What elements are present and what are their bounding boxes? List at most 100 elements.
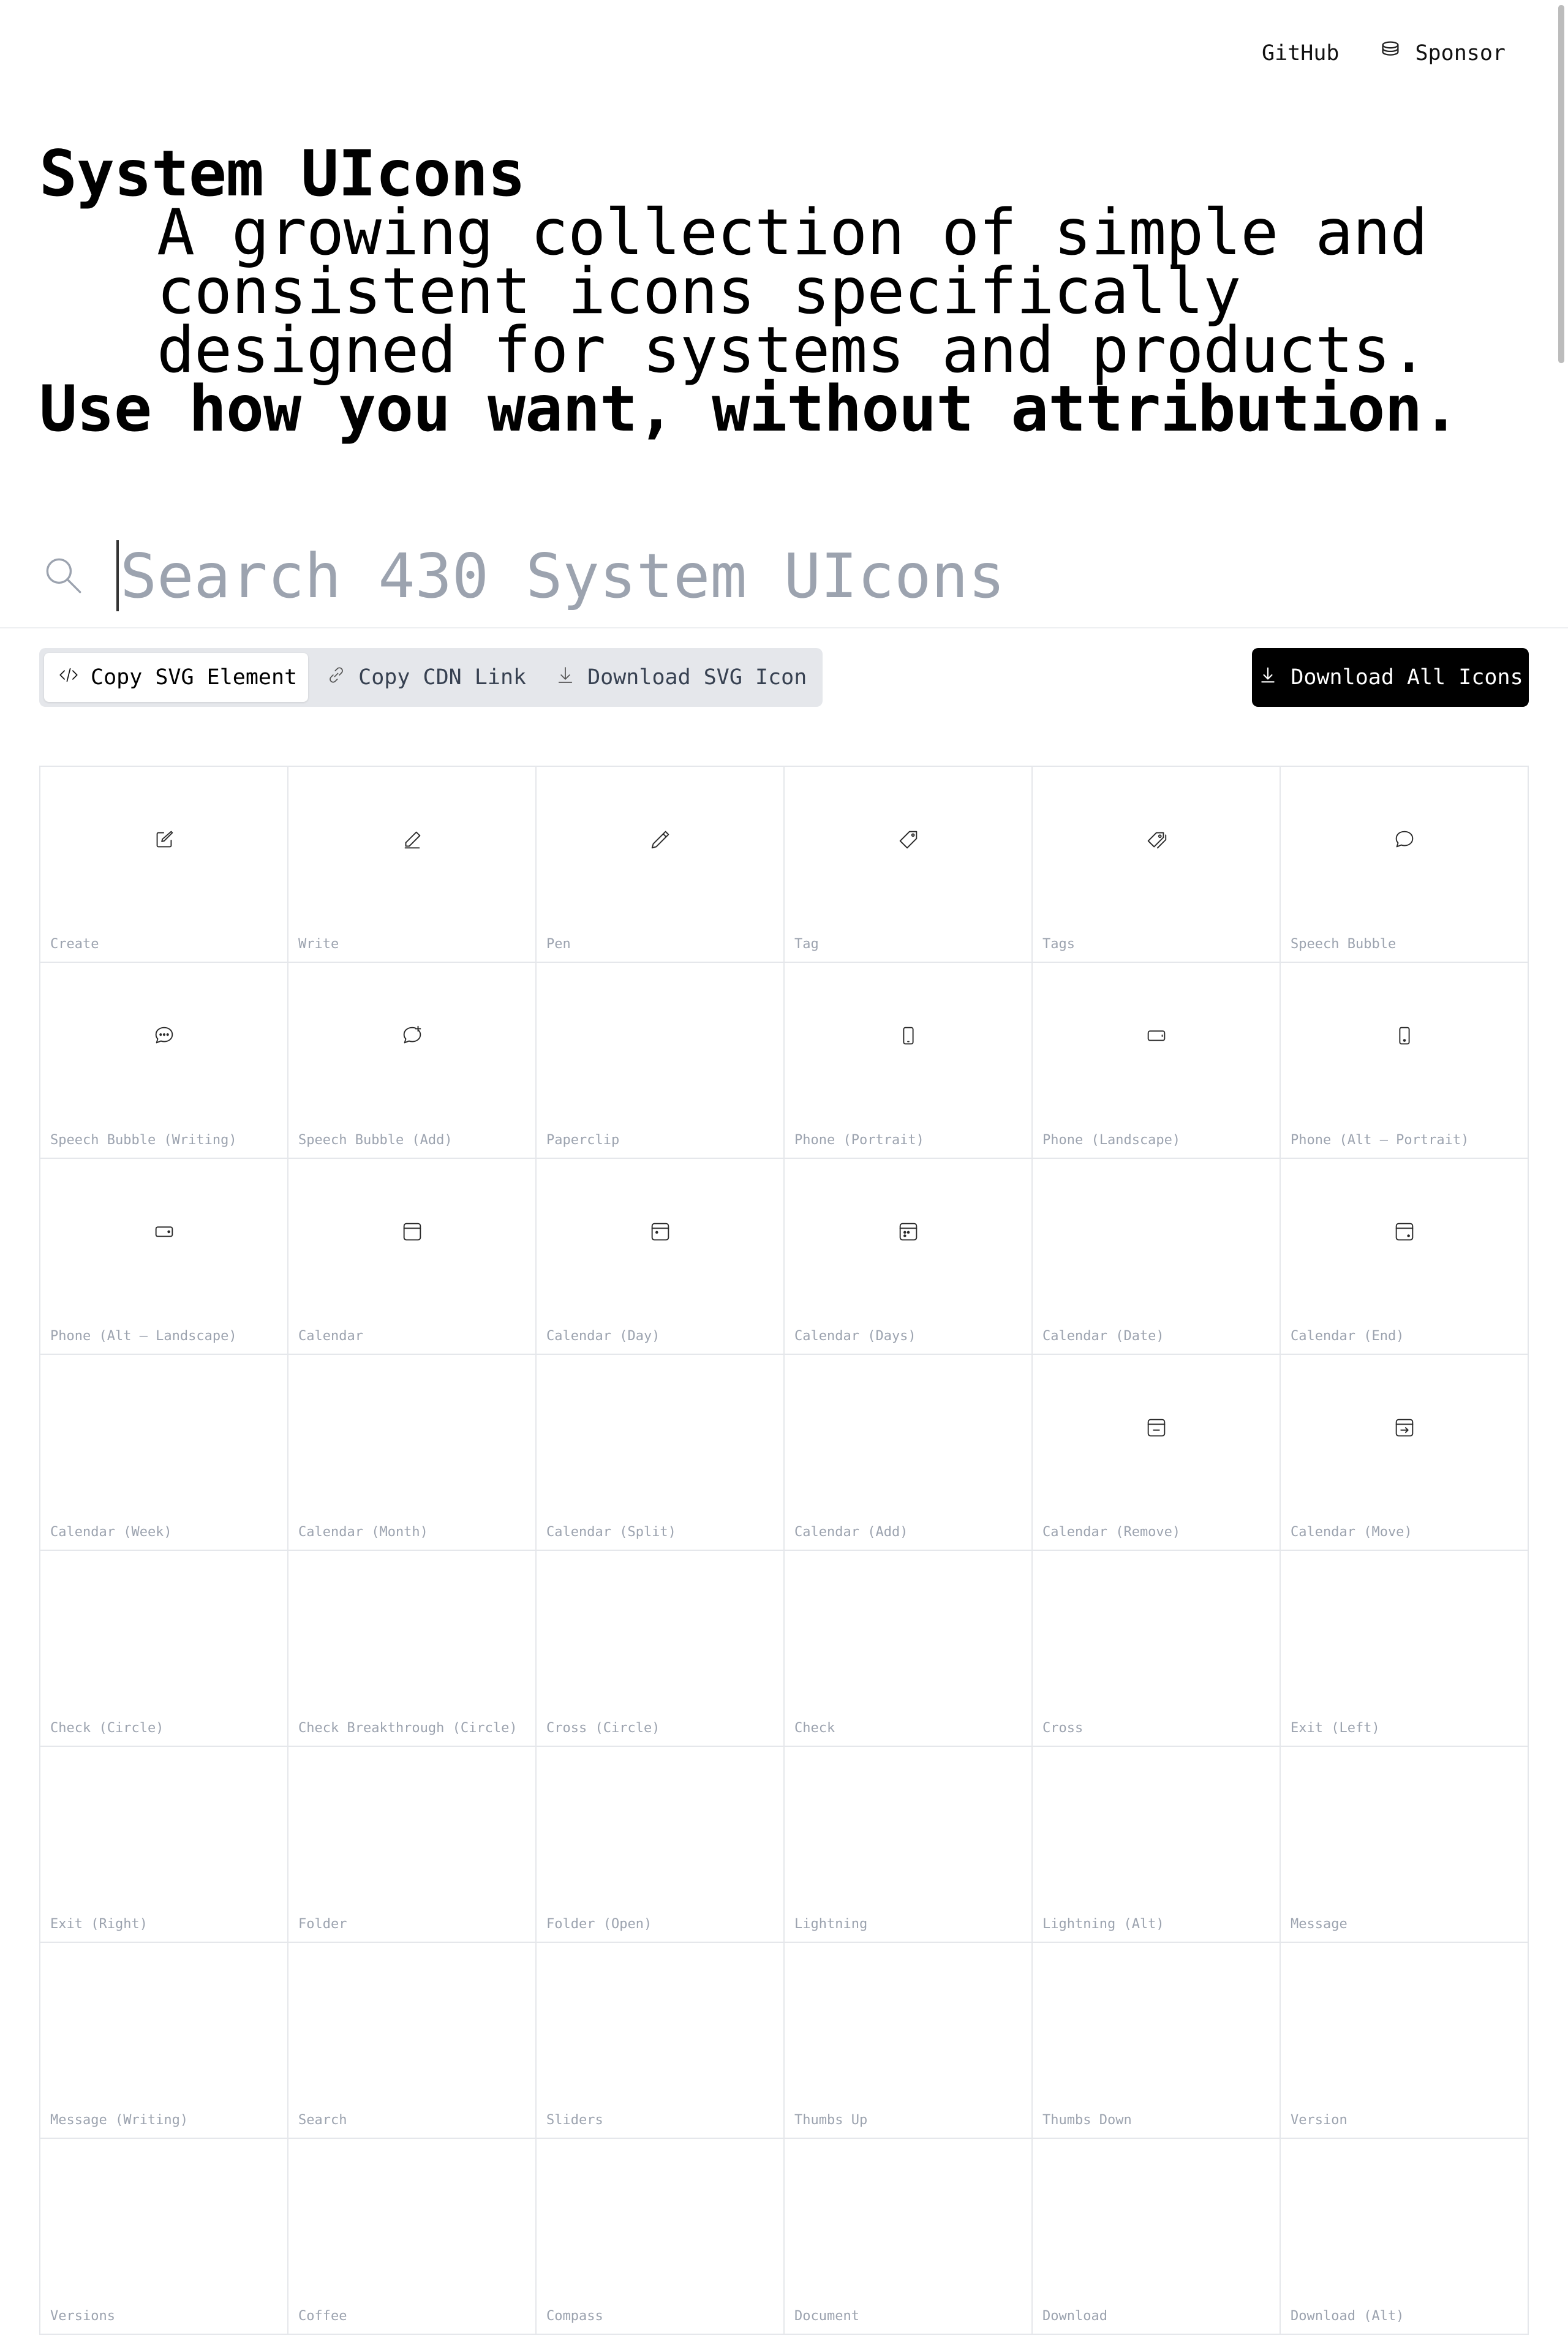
icon-card[interactable]: Speech Bubble (Add) [288, 963, 537, 1159]
tab-label: Copy SVG Element [91, 665, 298, 690]
icon-card-label: Calendar (Remove) [1042, 1525, 1181, 1540]
icon-card[interactable]: Create [40, 767, 288, 963]
icon-card[interactable]: Calendar (Date) [1033, 1159, 1281, 1355]
icon-card[interactable]: Document [785, 2139, 1033, 2335]
icon-card-label: Pen [546, 937, 571, 952]
icon-card-label: Version [1291, 2113, 1348, 2128]
icon-card[interactable]: Calendar (Day) [537, 1159, 785, 1355]
code-icon [58, 664, 80, 692]
download-icon [554, 664, 576, 692]
download-icon [1257, 665, 1278, 691]
icon-card[interactable]: Cross (Circle) [537, 1551, 785, 1747]
download-all-label: Download All Icons [1291, 665, 1523, 690]
icon-card[interactable]: Thumbs Up [785, 1943, 1033, 2139]
icon-card[interactable]: Sliders [537, 1943, 785, 2139]
icon-card-label: Download (Alt) [1291, 2309, 1404, 2324]
icon-card[interactable]: Tag [785, 767, 1033, 963]
tab-download-svg-icon[interactable]: Download SVG Icon [541, 653, 818, 702]
search-icon [39, 551, 88, 600]
speech-bubble-writing-icon [152, 1023, 176, 1048]
icon-card[interactable]: Search [288, 1943, 537, 2139]
page-scrollbar[interactable] [1558, 5, 1564, 363]
create-icon [152, 827, 176, 852]
calendar-remove-icon [1144, 1415, 1169, 1440]
icon-card[interactable]: Tags [1033, 767, 1281, 963]
icon-card[interactable]: Thumbs Down [1033, 1943, 1281, 2139]
icon-card-label: Calendar (End) [1291, 1329, 1404, 1344]
icon-card-label: Write [298, 937, 339, 952]
tab-label: Copy CDN Link [358, 665, 527, 690]
icon-card[interactable]: Phone (Alt – Landscape) [40, 1159, 288, 1355]
icon-card[interactable]: Download [1033, 2139, 1281, 2335]
icon-card[interactable]: Compass [537, 2139, 785, 2335]
icon-card[interactable]: Calendar (Move) [1281, 1355, 1529, 1551]
tab-copy-svg-element[interactable]: Copy SVG Element [44, 653, 309, 702]
icon-card-label: Calendar [298, 1329, 363, 1344]
calendar-end-icon [1392, 1219, 1417, 1244]
icon-card[interactable]: Message [1281, 1747, 1529, 1943]
icon-card-label: Calendar (Month) [298, 1525, 428, 1540]
icon-grid: Create Write Pen Tag Tags Speech Bubble Speech… [39, 766, 1529, 2335]
search-input[interactable] [116, 540, 1464, 611]
icon-card[interactable]: Paperclip [537, 963, 785, 1159]
icon-card[interactable]: Message (Writing) [40, 1943, 288, 2139]
icon-card[interactable]: Exit (Right) [40, 1747, 288, 1943]
coins-icon [1378, 38, 1403, 68]
icon-card[interactable]: Phone (Portrait) [785, 963, 1033, 1159]
icon-card[interactable]: Download (Alt) [1281, 2139, 1529, 2335]
calendar-icon [400, 1219, 424, 1244]
icon-card[interactable]: Calendar (Days) [785, 1159, 1033, 1355]
icon-card[interactable]: Coffee [288, 2139, 537, 2335]
icon-card[interactable]: Calendar (Add) [785, 1355, 1033, 1551]
icon-card-label: Calendar (Add) [794, 1525, 908, 1540]
github-link[interactable]: GitHub [1262, 41, 1339, 66]
icon-card[interactable]: Calendar (Remove) [1033, 1355, 1281, 1551]
icon-card-label: Message (Writing) [50, 2113, 189, 2128]
icon-card[interactable]: Speech Bubble [1281, 767, 1529, 963]
icon-card[interactable]: Folder [288, 1747, 537, 1943]
icon-card[interactable]: Write [288, 767, 537, 963]
icon-card-label: Calendar (Week) [50, 1525, 172, 1540]
tab-label: Download SVG Icon [587, 665, 807, 690]
icon-card[interactable]: Calendar (Month) [288, 1355, 537, 1551]
icon-card-label: Folder [298, 1917, 347, 1932]
icon-card[interactable]: Versions [40, 2139, 288, 2335]
icon-card[interactable]: Calendar (Week) [40, 1355, 288, 1551]
calendar-move-icon [1392, 1415, 1417, 1440]
icon-card[interactable]: Calendar (End) [1281, 1159, 1529, 1355]
icon-card-label: Document [794, 2309, 859, 2324]
tab-copy-cdn-link[interactable]: Copy CDN Link [312, 653, 537, 702]
top-nav: GitHub Sponsor [1262, 38, 1506, 68]
icon-card-label: Message [1291, 1917, 1348, 1932]
icon-card-label: Tag [794, 937, 819, 952]
icon-card[interactable]: Lightning (Alt) [1033, 1747, 1281, 1943]
write-icon [400, 827, 424, 852]
icon-card[interactable]: Exit (Left) [1281, 1551, 1529, 1747]
icon-card[interactable]: Phone (Landscape) [1033, 963, 1281, 1159]
icon-card-label: Lightning [794, 1917, 868, 1932]
icon-card-label: Sliders [546, 2113, 603, 2128]
icon-card[interactable]: Version [1281, 1943, 1529, 2139]
icon-card[interactable]: Check (Circle) [40, 1551, 288, 1747]
icon-card-label: Thumbs Up [794, 2113, 868, 2128]
icon-card[interactable]: Calendar (Split) [537, 1355, 785, 1551]
icon-card[interactable]: Phone (Alt – Portrait) [1281, 963, 1529, 1159]
sponsor-link[interactable]: Sponsor [1378, 38, 1506, 68]
sponsor-link-label: Sponsor [1415, 40, 1506, 66]
icon-card[interactable]: Calendar [288, 1159, 537, 1355]
speech-bubble-add-icon [400, 1023, 424, 1048]
icon-card[interactable]: Pen [537, 767, 785, 963]
icon-card[interactable]: Cross [1033, 1551, 1281, 1747]
icon-card[interactable]: Speech Bubble (Writing) [40, 963, 288, 1159]
icon-card[interactable]: Check Breakthrough (Circle) [288, 1551, 537, 1747]
icon-card-label: Versions [50, 2309, 115, 2324]
icon-card[interactable]: Lightning [785, 1747, 1033, 1943]
icon-card-label: Compass [546, 2309, 603, 2324]
icon-card-label: Folder (Open) [546, 1917, 652, 1932]
speech-bubble-icon [1392, 827, 1417, 852]
icon-card[interactable]: Check [785, 1551, 1033, 1747]
download-all-button[interactable]: Download All Icons [1252, 648, 1529, 707]
icon-card[interactable]: Folder (Open) [537, 1747, 785, 1943]
page-title: System UIcons [39, 137, 526, 211]
icon-card-label: Cross (Circle) [546, 1721, 660, 1736]
